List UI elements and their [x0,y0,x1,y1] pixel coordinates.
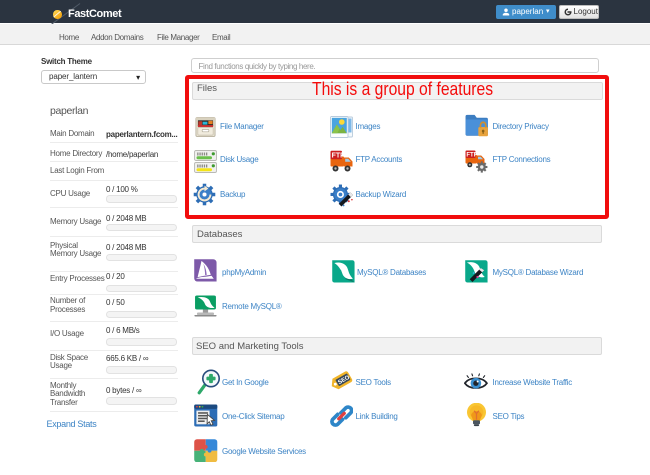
svg-text:FTP: FTP [332,152,346,159]
svg-text:FTP: FTP [466,152,477,158]
